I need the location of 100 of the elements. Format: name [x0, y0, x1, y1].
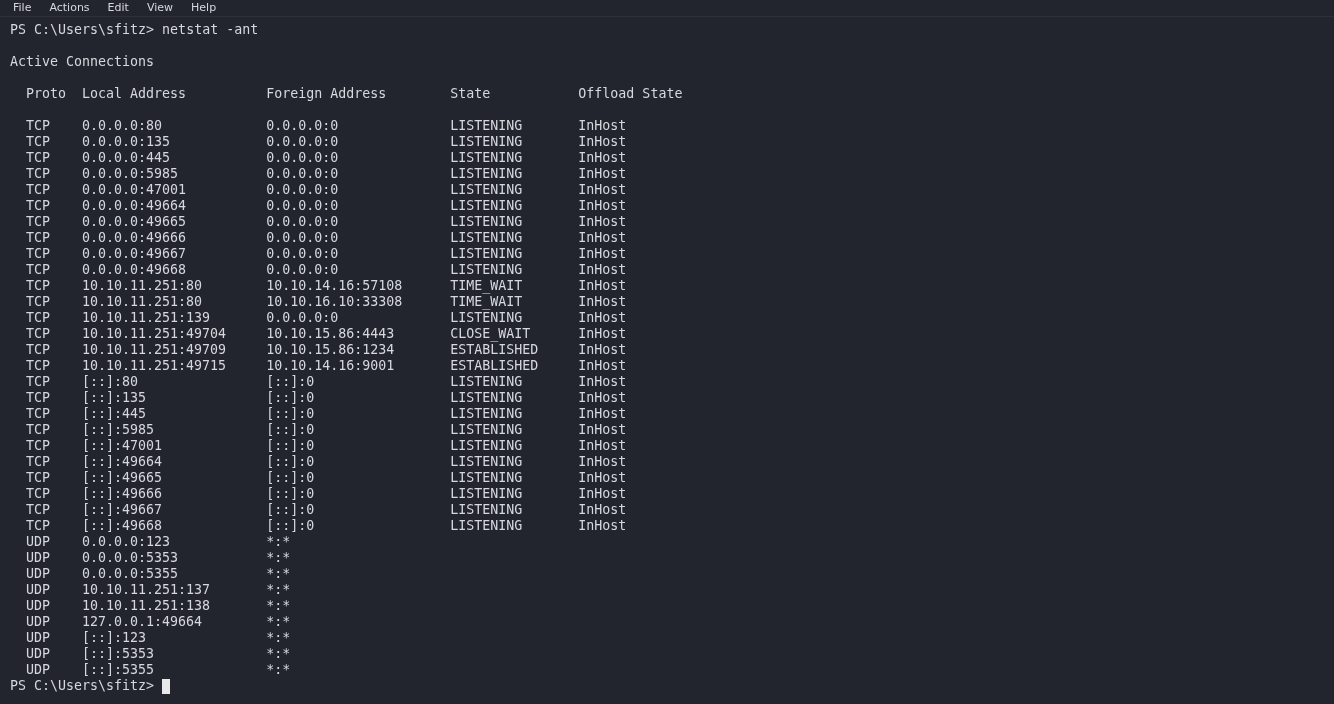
- local-address-cell: [::]:49667: [82, 502, 163, 518]
- prompt-text: PS C:\Users\sfitz>: [10, 678, 155, 694]
- offload-state-cell: InHost: [578, 262, 627, 278]
- protocol-cell: TCP: [26, 118, 51, 134]
- protocol-cell: TCP: [26, 310, 51, 326]
- state-cell: ESTABLISHED: [450, 342, 539, 358]
- protocol-cell: TCP: [26, 454, 51, 470]
- foreign-address-cell: [::]:0: [266, 454, 315, 470]
- protocol-cell: TCP: [26, 502, 51, 518]
- offload-state-cell: InHost: [578, 214, 627, 230]
- column-header: Offload State: [578, 86, 683, 102]
- state-cell: LISTENING: [450, 214, 523, 230]
- foreign-address-cell: 0.0.0.0:0: [266, 262, 339, 278]
- foreign-address-cell: [::]:0: [266, 422, 315, 438]
- foreign-address-cell: [::]:0: [266, 502, 315, 518]
- local-address-cell: [::]:5355: [82, 662, 155, 678]
- state-cell: LISTENING: [450, 406, 523, 422]
- local-address-cell: [::]:5353: [82, 646, 155, 662]
- state-cell: CLOSE_WAIT: [450, 326, 531, 342]
- foreign-address-cell: 0.0.0.0:0: [266, 230, 339, 246]
- offload-state-cell: InHost: [578, 198, 627, 214]
- state-cell: LISTENING: [450, 518, 523, 534]
- local-address-cell: [::]:49664: [82, 454, 163, 470]
- foreign-address-cell: 0.0.0.0:0: [266, 134, 339, 150]
- protocol-cell: TCP: [26, 294, 51, 310]
- offload-state-cell: InHost: [578, 422, 627, 438]
- local-address-cell: [::]:80: [82, 374, 139, 390]
- foreign-address-cell: *:*: [266, 550, 291, 566]
- state-cell: LISTENING: [450, 150, 523, 166]
- offload-state-cell: InHost: [578, 230, 627, 246]
- state-cell: LISTENING: [450, 134, 523, 150]
- foreign-address-cell: 0.0.0.0:0: [266, 150, 339, 166]
- protocol-cell: TCP: [26, 150, 51, 166]
- protocol-cell: TCP: [26, 166, 51, 182]
- state-cell: LISTENING: [450, 310, 523, 326]
- protocol-cell: UDP: [26, 614, 51, 630]
- offload-state-cell: InHost: [578, 390, 627, 406]
- offload-state-cell: InHost: [578, 486, 627, 502]
- column-header: State: [450, 86, 491, 102]
- local-address-cell: 0.0.0.0:135: [82, 134, 171, 150]
- menu-item[interactable]: Actions: [42, 1, 97, 15]
- state-cell: LISTENING: [450, 246, 523, 262]
- foreign-address-cell: *:*: [266, 534, 291, 550]
- offload-state-cell: InHost: [578, 406, 627, 422]
- protocol-cell: TCP: [26, 518, 51, 534]
- protocol-cell: UDP: [26, 646, 51, 662]
- state-cell: LISTENING: [450, 262, 523, 278]
- local-address-cell: 0.0.0.0:5353: [82, 550, 179, 566]
- menu-item[interactable]: Edit: [100, 1, 136, 15]
- foreign-address-cell: 10.10.14.16:57108: [266, 278, 403, 294]
- local-address-cell: [::]:445: [82, 406, 147, 422]
- protocol-cell: TCP: [26, 438, 51, 454]
- foreign-address-cell: 0.0.0.0:0: [266, 118, 339, 134]
- local-address-cell: 0.0.0.0:445: [82, 150, 171, 166]
- offload-state-cell: InHost: [578, 518, 627, 534]
- section-heading: Active Connections: [10, 54, 155, 70]
- foreign-address-cell: *:*: [266, 582, 291, 598]
- local-address-cell: [::]:5985: [82, 422, 155, 438]
- foreign-address-cell: [::]:0: [266, 390, 315, 406]
- offload-state-cell: InHost: [578, 342, 627, 358]
- state-cell: LISTENING: [450, 438, 523, 454]
- state-cell: LISTENING: [450, 486, 523, 502]
- foreign-address-cell: *:*: [266, 598, 291, 614]
- protocol-cell: TCP: [26, 214, 51, 230]
- protocol-cell: TCP: [26, 406, 51, 422]
- protocol-cell: TCP: [26, 422, 51, 438]
- local-address-cell: 10.10.11.251:139: [82, 310, 211, 326]
- offload-state-cell: InHost: [578, 150, 627, 166]
- state-cell: LISTENING: [450, 182, 523, 198]
- foreign-address-cell: *:*: [266, 646, 291, 662]
- local-address-cell: 10.10.11.251:137: [82, 582, 211, 598]
- offload-state-cell: InHost: [578, 326, 627, 342]
- foreign-address-cell: *:*: [266, 630, 291, 646]
- local-address-cell: [::]:47001: [82, 438, 163, 454]
- protocol-cell: UDP: [26, 598, 51, 614]
- offload-state-cell: InHost: [578, 374, 627, 390]
- local-address-cell: [::]:135: [82, 390, 147, 406]
- foreign-address-cell: [::]:0: [266, 470, 315, 486]
- state-cell: LISTENING: [450, 454, 523, 470]
- local-address-cell: 10.10.11.251:80: [82, 294, 203, 310]
- protocol-cell: TCP: [26, 198, 51, 214]
- local-address-cell: 127.0.0.1:49664: [82, 614, 203, 630]
- protocol-cell: UDP: [26, 566, 51, 582]
- offload-state-cell: InHost: [578, 358, 627, 374]
- menu-item[interactable]: View: [139, 1, 181, 15]
- foreign-address-cell: [::]:0: [266, 518, 315, 534]
- state-cell: LISTENING: [450, 470, 523, 486]
- protocol-cell: UDP: [26, 630, 51, 646]
- protocol-cell: TCP: [26, 246, 51, 262]
- state-cell: LISTENING: [450, 118, 523, 134]
- menu-item[interactable]: Help: [184, 1, 224, 15]
- local-address-cell: 0.0.0.0:80: [82, 118, 163, 134]
- foreign-address-cell: 0.0.0.0:0: [266, 166, 339, 182]
- protocol-cell: TCP: [26, 230, 51, 246]
- foreign-address-cell: 10.10.16.10:33308: [266, 294, 403, 310]
- foreign-address-cell: [::]:0: [266, 406, 315, 422]
- local-address-cell: 0.0.0.0:49665: [82, 214, 187, 230]
- foreign-address-cell: 0.0.0.0:0: [266, 198, 339, 214]
- menu-item[interactable]: File: [6, 1, 39, 15]
- local-address-cell: 0.0.0.0:49668: [82, 262, 187, 278]
